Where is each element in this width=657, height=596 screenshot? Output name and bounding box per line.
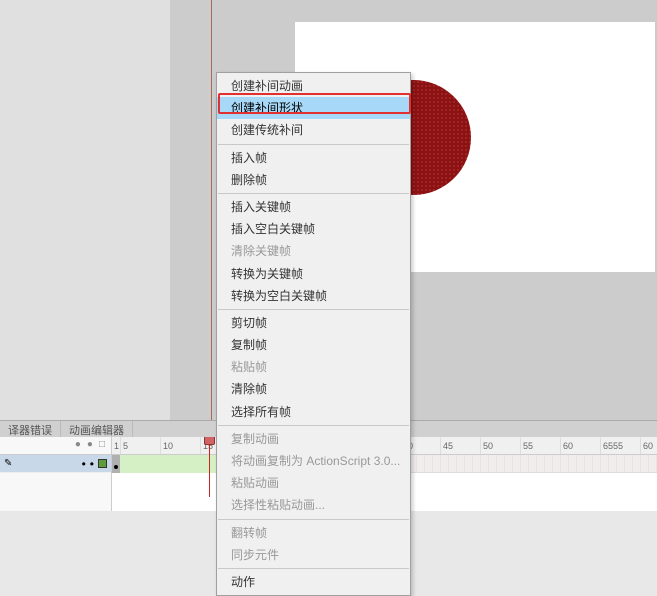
playhead[interactable] [209,437,210,497]
menu-convert-to-keyframe[interactable]: 转换为关键帧 [217,263,410,285]
menu-copy-frames[interactable]: 复制帧 [217,334,410,356]
pasteboard-left [0,0,170,420]
menu-convert-to-blank-keyframe[interactable]: 转换为空白关键帧 [217,285,410,307]
tab-motion-editor[interactable]: 动画编辑器 [61,421,133,437]
menu-sync-symbols: 同步元件 [217,544,410,566]
menu-create-motion-tween[interactable]: 创建补间动画 [217,75,410,97]
layer-color-swatch[interactable] [98,459,107,468]
menu-paste-motion-special: 选择性粘贴动画... [217,494,410,516]
menu-paste-frames: 粘贴帧 [217,356,410,378]
ruler-mark: 1 [112,437,120,454]
menu-separator [218,193,409,194]
menu-paste-motion: 粘贴动画 [217,472,410,494]
eye-icon[interactable]: ● [75,439,81,452]
layers-column: ● ● □ ✎ • • [0,437,112,511]
menu-copy-as-as3: 将动画复制为 ActionScript 3.0... [217,450,410,472]
menu-separator [218,568,409,569]
menu-delete-frame[interactable]: 删除帧 [217,169,410,191]
outline-icon[interactable]: □ [99,439,105,452]
keyframe[interactable] [112,455,120,473]
menu-copy-motion: 复制动画 [217,428,410,450]
ruler-mark: 60 [560,437,600,454]
tab-compiler-errors[interactable]: 译器错误 [0,421,61,437]
menu-clear-keyframe: 清除关键帧 [217,240,410,262]
ruler-mark: 10 [160,437,200,454]
pencil-icon: ✎ [4,458,12,469]
ruler-mark: 5 [120,437,160,454]
menu-insert-keyframe[interactable]: 插入关键帧 [217,196,410,218]
playhead-cap[interactable] [204,437,215,445]
menu-create-classic-tween[interactable]: 创建传统补间 [217,119,410,141]
menu-select-all-frames[interactable]: 选择所有帧 [217,401,410,423]
menu-separator [218,519,409,520]
menu-insert-frame[interactable]: 插入帧 [217,147,410,169]
menu-separator [218,425,409,426]
ruler-mark: 6555 [600,437,640,454]
ruler-mark: 60 [640,437,657,454]
lock-icon[interactable]: ● [87,439,93,452]
menu-insert-blank-keyframe[interactable]: 插入空白关键帧 [217,218,410,240]
menu-reverse-frames: 翻转帧 [217,522,410,544]
dot-icon: • [90,457,94,471]
ruler-mark: 55 [520,437,560,454]
timeline-context-menu: 创建补间动画 创建补间形状 创建传统补间 插入帧 删除帧 插入关键帧 插入空白关… [216,72,411,596]
layer-row[interactable]: ✎ • • [0,455,111,473]
menu-clear-frames[interactable]: 清除帧 [217,378,410,400]
layer-column-header: ● ● □ [0,437,111,455]
menu-cut-frames[interactable]: 剪切帧 [217,312,410,334]
menu-actions[interactable]: 动作 [217,571,410,593]
guide-line[interactable] [211,0,212,420]
menu-create-shape-tween[interactable]: 创建补间形状 [217,97,410,119]
dot-icon: • [82,457,86,471]
ruler-mark: 50 [480,437,520,454]
menu-separator [218,309,409,310]
menu-separator [218,144,409,145]
ruler-mark: 45 [440,437,480,454]
